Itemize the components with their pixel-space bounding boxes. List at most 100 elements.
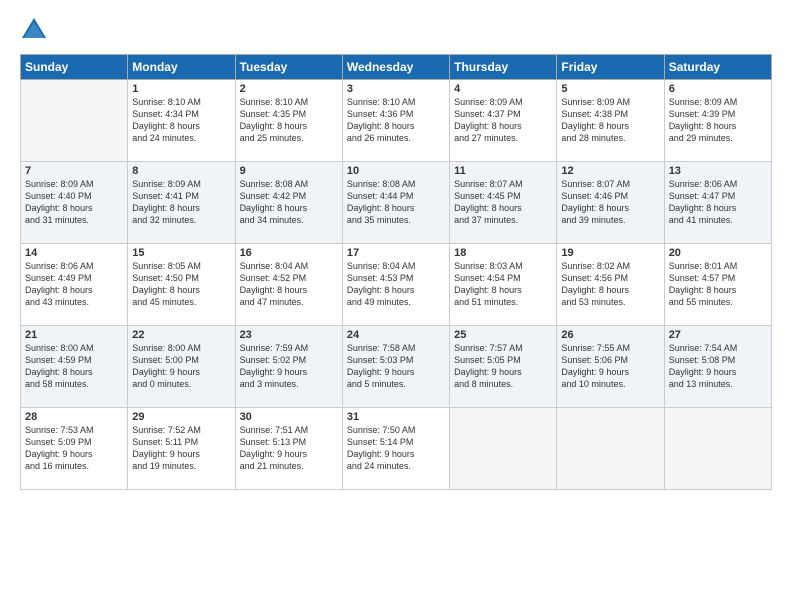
calendar-cell: 13Sunrise: 8:06 AMSunset: 4:47 PMDayligh… (664, 162, 771, 244)
day-info-line: Sunset: 5:06 PM (561, 354, 659, 366)
day-info-line: Daylight: 8 hours (132, 284, 230, 296)
day-info-line: and 13 minutes. (669, 378, 767, 390)
day-number: 11 (454, 165, 552, 177)
day-info-line: and 8 minutes. (454, 378, 552, 390)
day-info-line: Daylight: 8 hours (240, 202, 338, 214)
day-info-line: and 25 minutes. (240, 132, 338, 144)
day-info-line: Sunset: 5:00 PM (132, 354, 230, 366)
day-info-line: Daylight: 8 hours (347, 120, 445, 132)
calendar-header-wednesday: Wednesday (342, 55, 449, 80)
day-info-line: Daylight: 9 hours (347, 366, 445, 378)
calendar-week-row: 14Sunrise: 8:06 AMSunset: 4:49 PMDayligh… (21, 244, 772, 326)
day-info-line: Sunset: 4:45 PM (454, 190, 552, 202)
calendar-cell: 8Sunrise: 8:09 AMSunset: 4:41 PMDaylight… (128, 162, 235, 244)
day-info-line: Sunset: 4:40 PM (25, 190, 123, 202)
day-info-line: Sunrise: 7:51 AM (240, 424, 338, 436)
day-info-line: and 34 minutes. (240, 214, 338, 226)
day-info-line: and 43 minutes. (25, 296, 123, 308)
day-info-line: and 35 minutes. (347, 214, 445, 226)
day-info-line: and 16 minutes. (25, 460, 123, 472)
day-info-line: Sunrise: 8:06 AM (25, 260, 123, 272)
day-info-line: Sunrise: 8:09 AM (454, 96, 552, 108)
day-info-line: Sunrise: 8:08 AM (347, 178, 445, 190)
day-info-line: Daylight: 8 hours (454, 202, 552, 214)
day-info-line: Daylight: 9 hours (240, 366, 338, 378)
day-number: 1 (132, 83, 230, 95)
day-info-line: Daylight: 8 hours (25, 202, 123, 214)
day-info-line: Daylight: 8 hours (454, 284, 552, 296)
day-info-line: Sunrise: 8:10 AM (240, 96, 338, 108)
day-info-line: and 58 minutes. (25, 378, 123, 390)
day-info-line: and 24 minutes. (347, 460, 445, 472)
day-info-line: Sunset: 4:44 PM (347, 190, 445, 202)
day-info-line: and 29 minutes. (669, 132, 767, 144)
day-number: 15 (132, 247, 230, 259)
day-info-line: Sunset: 4:39 PM (669, 108, 767, 120)
calendar-cell: 29Sunrise: 7:52 AMSunset: 5:11 PMDayligh… (128, 408, 235, 490)
calendar-header-thursday: Thursday (450, 55, 557, 80)
calendar-cell: 20Sunrise: 8:01 AMSunset: 4:57 PMDayligh… (664, 244, 771, 326)
day-info-line: Daylight: 8 hours (669, 202, 767, 214)
calendar-cell: 7Sunrise: 8:09 AMSunset: 4:40 PMDaylight… (21, 162, 128, 244)
day-info-line: Sunrise: 7:57 AM (454, 342, 552, 354)
day-info-line: Daylight: 9 hours (132, 366, 230, 378)
calendar-cell: 14Sunrise: 8:06 AMSunset: 4:49 PMDayligh… (21, 244, 128, 326)
day-number: 10 (347, 165, 445, 177)
day-number: 29 (132, 411, 230, 423)
calendar-cell: 21Sunrise: 8:00 AMSunset: 4:59 PMDayligh… (21, 326, 128, 408)
day-info-line: Sunrise: 8:00 AM (132, 342, 230, 354)
calendar-cell: 22Sunrise: 8:00 AMSunset: 5:00 PMDayligh… (128, 326, 235, 408)
day-number: 7 (25, 165, 123, 177)
day-number: 2 (240, 83, 338, 95)
day-number: 17 (347, 247, 445, 259)
day-info-line: Sunrise: 8:04 AM (347, 260, 445, 272)
day-info-line: Daylight: 8 hours (132, 202, 230, 214)
day-number: 30 (240, 411, 338, 423)
day-info-line: and 37 minutes. (454, 214, 552, 226)
day-info-line: and 21 minutes. (240, 460, 338, 472)
day-info-line: Sunrise: 7:58 AM (347, 342, 445, 354)
day-info-line: Daylight: 9 hours (132, 448, 230, 460)
day-info-line: Sunset: 4:41 PM (132, 190, 230, 202)
calendar-cell: 2Sunrise: 8:10 AMSunset: 4:35 PMDaylight… (235, 80, 342, 162)
day-info-line: Daylight: 8 hours (561, 202, 659, 214)
day-info-line: Sunset: 4:46 PM (561, 190, 659, 202)
day-number: 16 (240, 247, 338, 259)
day-number: 31 (347, 411, 445, 423)
day-number: 5 (561, 83, 659, 95)
day-number: 3 (347, 83, 445, 95)
calendar-cell: 3Sunrise: 8:10 AMSunset: 4:36 PMDaylight… (342, 80, 449, 162)
calendar-cell (21, 80, 128, 162)
day-info-line: Daylight: 9 hours (454, 366, 552, 378)
day-info-line: Daylight: 8 hours (240, 120, 338, 132)
calendar-cell: 27Sunrise: 7:54 AMSunset: 5:08 PMDayligh… (664, 326, 771, 408)
calendar-cell: 12Sunrise: 8:07 AMSunset: 4:46 PMDayligh… (557, 162, 664, 244)
day-number: 19 (561, 247, 659, 259)
header (20, 16, 772, 44)
day-info-line: Daylight: 8 hours (561, 120, 659, 132)
day-info-line: and 5 minutes. (347, 378, 445, 390)
day-number: 24 (347, 329, 445, 341)
day-info-line: Sunrise: 8:01 AM (669, 260, 767, 272)
day-info-line: Sunrise: 8:07 AM (454, 178, 552, 190)
day-info-line: and 26 minutes. (347, 132, 445, 144)
page-container: SundayMondayTuesdayWednesdayThursdayFrid… (0, 0, 792, 500)
day-info-line: Sunset: 4:42 PM (240, 190, 338, 202)
logo (20, 16, 52, 44)
day-info-line: Sunset: 5:11 PM (132, 436, 230, 448)
day-number: 22 (132, 329, 230, 341)
calendar-cell: 24Sunrise: 7:58 AMSunset: 5:03 PMDayligh… (342, 326, 449, 408)
day-info-line: Sunset: 4:47 PM (669, 190, 767, 202)
day-number: 27 (669, 329, 767, 341)
day-info-line: Sunrise: 7:54 AM (669, 342, 767, 354)
calendar-cell: 23Sunrise: 7:59 AMSunset: 5:02 PMDayligh… (235, 326, 342, 408)
day-number: 28 (25, 411, 123, 423)
day-number: 4 (454, 83, 552, 95)
day-info-line: and 27 minutes. (454, 132, 552, 144)
day-info-line: Sunset: 4:34 PM (132, 108, 230, 120)
day-info-line: Sunrise: 7:55 AM (561, 342, 659, 354)
day-number: 13 (669, 165, 767, 177)
day-info-line: Sunset: 5:03 PM (347, 354, 445, 366)
day-info-line: and 3 minutes. (240, 378, 338, 390)
day-info-line: Sunrise: 8:06 AM (669, 178, 767, 190)
